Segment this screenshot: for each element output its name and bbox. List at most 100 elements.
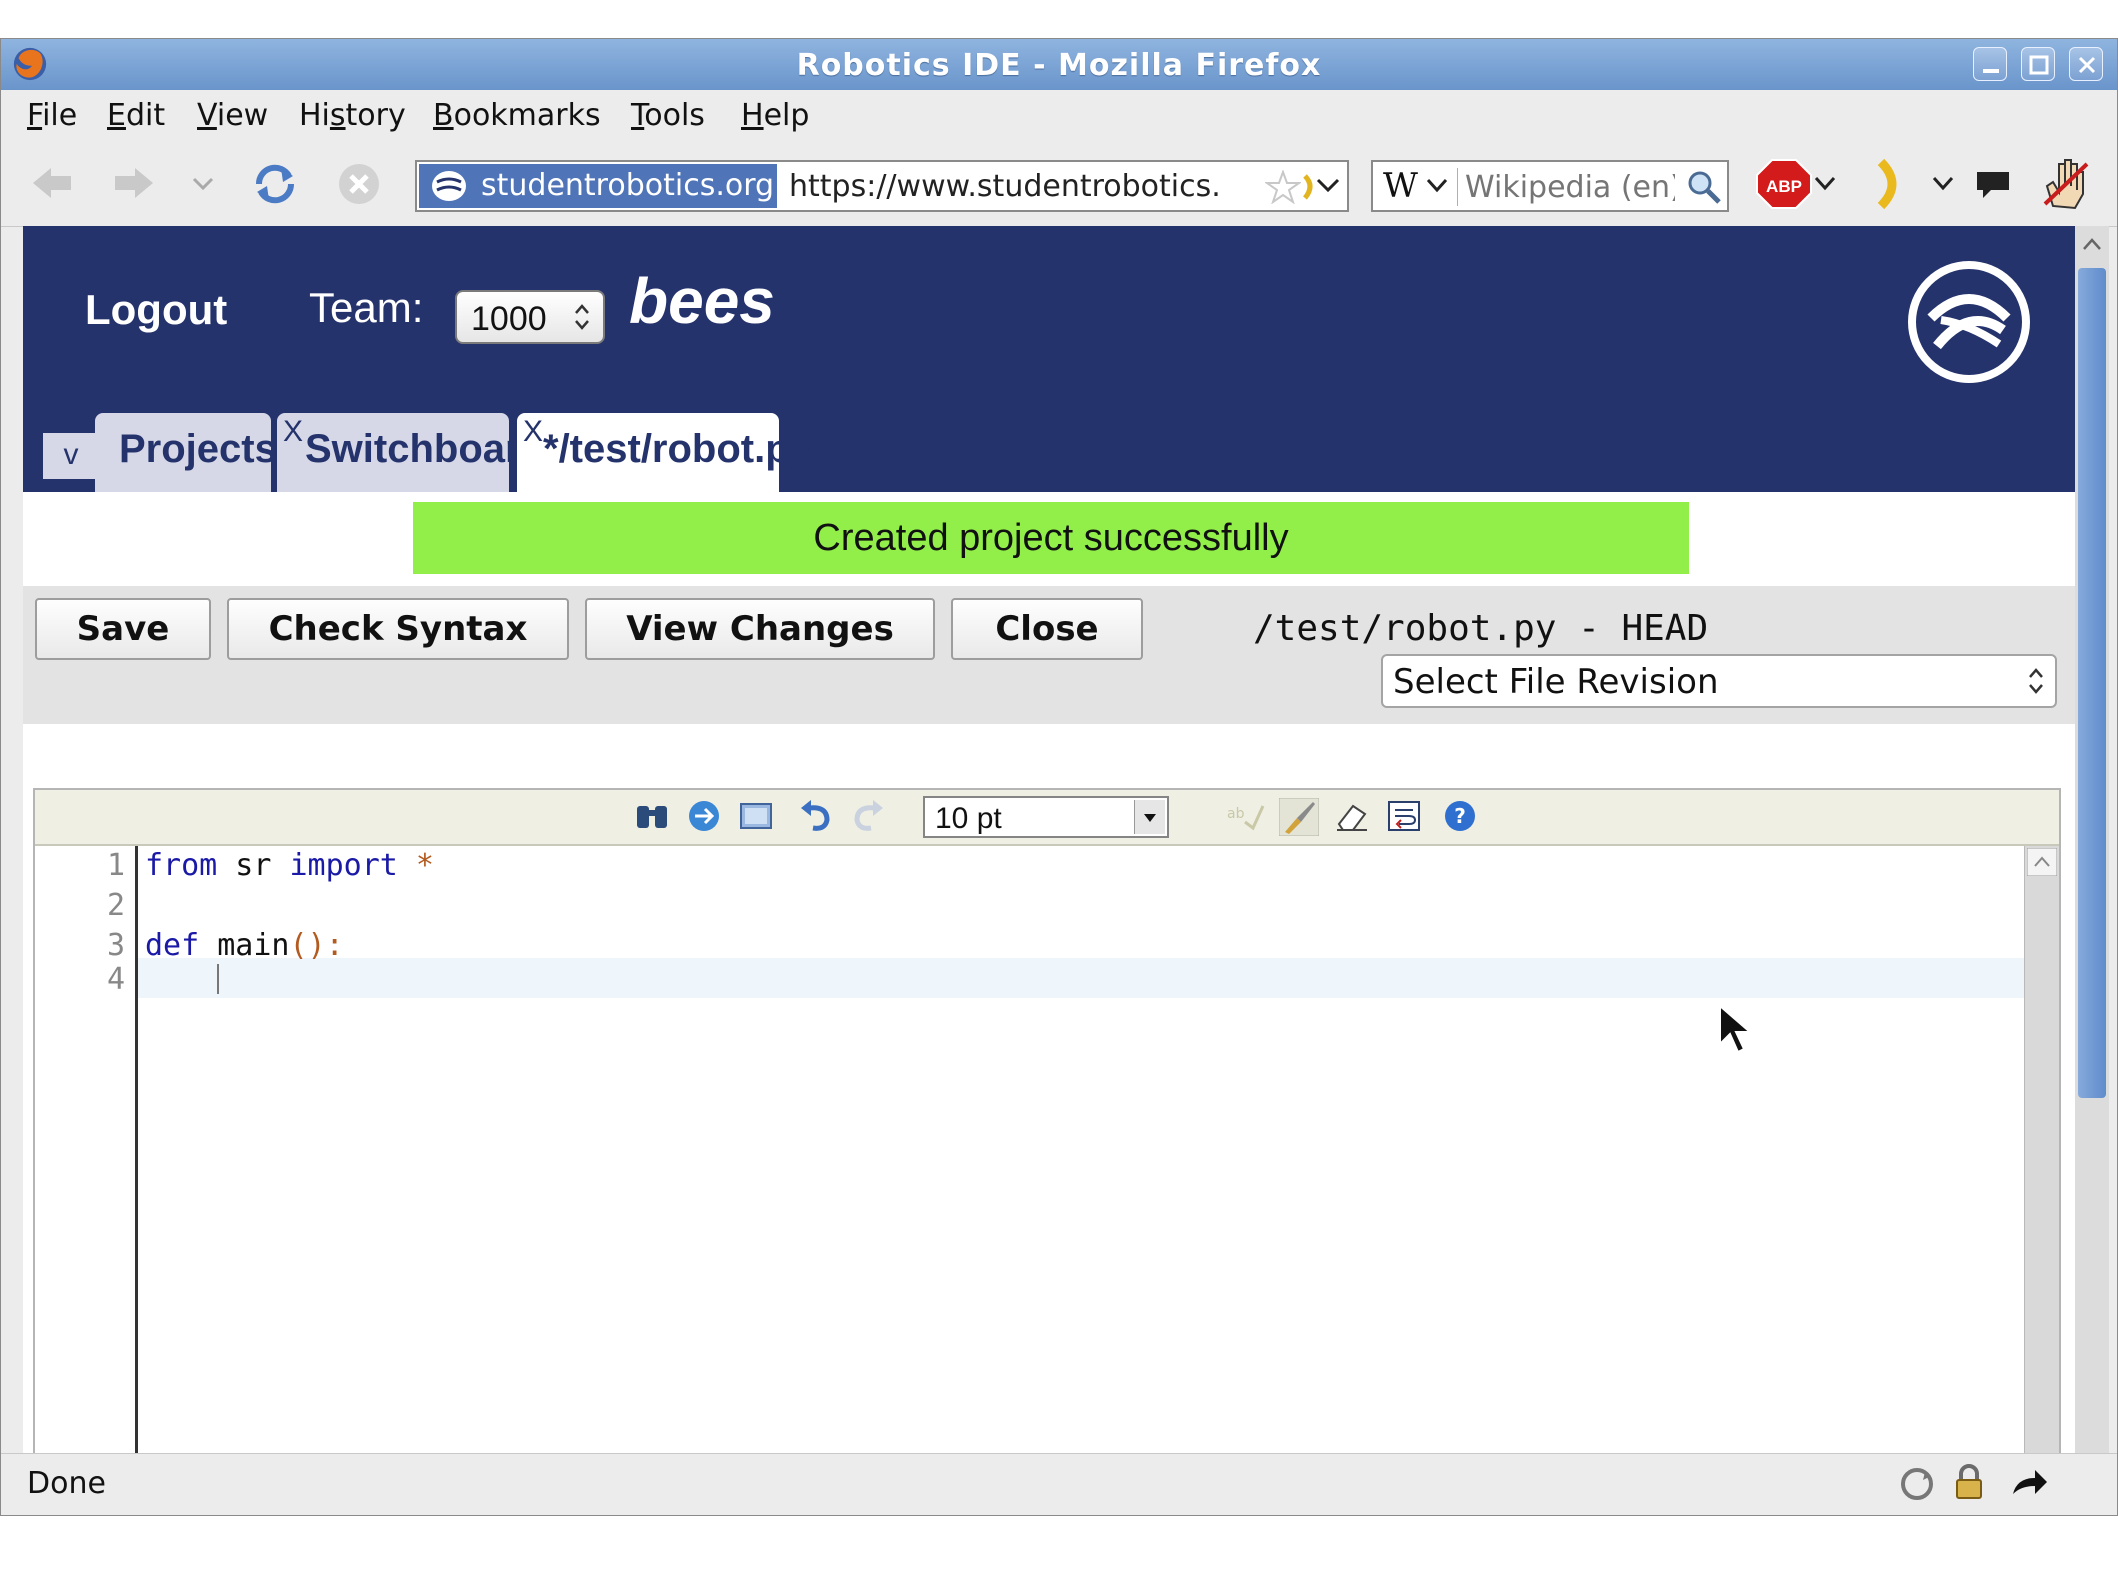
scroll-up-icon[interactable] <box>2077 230 2107 260</box>
status-bar: Done <box>1 1453 2117 1515</box>
chevron-right-icon[interactable] <box>1871 156 1911 212</box>
code-line-1: from sr import * <box>145 848 434 883</box>
menu-file[interactable]: File <box>27 98 77 133</box>
close-button[interactable]: Close <box>951 598 1143 660</box>
close-window-button[interactable] <box>2069 47 2103 81</box>
address-bar[interactable]: studentrobotics.org https://www.studentr… <box>415 160 1349 212</box>
sync-icon[interactable] <box>1899 1466 1935 1502</box>
stop-icon[interactable] <box>335 160 383 208</box>
maximize-icon <box>2029 55 2049 75</box>
status-text: Done <box>27 1466 106 1501</box>
history-dropdown-icon[interactable] <box>191 174 215 194</box>
code-operator: * <box>397 848 434 883</box>
team-select[interactable]: 1000 <box>455 290 605 344</box>
site-identity-button[interactable]: studentrobotics.org <box>419 164 777 208</box>
tab-switchboard[interactable]: X Switchboard <box>277 413 545 492</box>
tab-projects[interactable]: Projects <box>95 413 277 492</box>
search-engine-label[interactable]: W <box>1383 166 1418 206</box>
line-number: 2 <box>106 888 125 923</box>
save-button[interactable]: Save <box>35 598 211 660</box>
redo-icon[interactable] <box>849 798 887 834</box>
minimize-button[interactable] <box>1973 47 2007 81</box>
code-keyword: def <box>145 928 200 963</box>
code-line-3: def main(): <box>145 928 344 963</box>
svg-text:?: ? <box>1454 804 1466 828</box>
tab-switchboard-close[interactable]: X <box>283 415 303 449</box>
search-divider <box>1457 168 1458 206</box>
search-icon[interactable] <box>1685 168 1723 206</box>
browser-window: Robotics IDE - Mozilla Firefox File Edit… <box>0 38 2118 1516</box>
spellcheck-icon[interactable]: ab <box>1225 798 1265 834</box>
find-icon[interactable] <box>633 798 671 834</box>
menu-view[interactable]: View <box>197 98 268 133</box>
reload-icon[interactable] <box>251 160 299 208</box>
forward-icon[interactable] <box>111 160 157 206</box>
scrollbar-thumb[interactable] <box>2078 268 2106 1098</box>
menu-history[interactable]: History <box>299 98 406 133</box>
scroll-up-icon[interactable] <box>2027 848 2057 876</box>
minimize-icon <box>1983 69 1999 73</box>
url-dropdown-icon[interactable] <box>1313 174 1343 198</box>
site-identity-label: studentrobotics.org <box>481 168 775 203</box>
tab-list-toggle[interactable]: v <box>43 433 99 479</box>
navigation-toolbar: studentrobotics.org https://www.studentr… <box>1 140 2117 227</box>
lock-icon[interactable] <box>1951 1464 1987 1502</box>
search-engine-dropdown-icon[interactable] <box>1425 176 1449 196</box>
syntax-highlight-icon[interactable] <box>1279 798 1319 836</box>
menu-bookmarks[interactable]: Bookmarks <box>433 98 601 133</box>
page-scrollbar[interactable] <box>2075 226 2109 1492</box>
current-line-highlight <box>138 958 2028 998</box>
updown-arrows-icon <box>575 304 589 330</box>
title-bar: Robotics IDE - Mozilla Firefox <box>1 39 2117 90</box>
more-tools-dropdown-icon[interactable] <box>1931 174 1955 194</box>
word-wrap-icon[interactable] <box>1385 798 1423 834</box>
code-editor[interactable]: 10 pt ab ? 1 2 3 4 from sr import * def … <box>33 788 2061 1492</box>
triangle-down-icon <box>1144 814 1156 822</box>
logout-link[interactable]: Logout <box>85 286 227 334</box>
tab-file-robot-py[interactable]: X */test/robot.py <box>517 413 812 492</box>
tab-projects-label: Projects <box>119 427 277 471</box>
undo-icon[interactable] <box>797 798 835 834</box>
tab-file-label: */test/robot.py <box>543 427 812 471</box>
go-to-line-icon[interactable] <box>685 798 723 834</box>
search-input[interactable] <box>1465 168 1675 206</box>
editor-toolbar: 10 pt ab ? <box>35 790 2059 846</box>
team-label: Team: <box>309 284 424 331</box>
font-size-value: 10 pt <box>935 802 1002 835</box>
chat-bubble-icon[interactable] <box>1973 166 2013 202</box>
menu-tools[interactable]: Tools <box>631 98 705 133</box>
ide-header: Logout Team: 1000 bees v Projects X Swit… <box>23 226 2075 492</box>
adblock-icon[interactable]: ABP <box>1755 158 1813 210</box>
code-keyword: import <box>289 848 398 883</box>
back-icon[interactable] <box>29 160 75 206</box>
line-number-gutter: 1 2 3 4 <box>35 846 138 1492</box>
font-size-select[interactable]: 10 pt <box>923 796 1169 838</box>
page-content: Logout Team: 1000 bees v Projects X Swit… <box>23 226 2075 1492</box>
tab-file-close[interactable]: X <box>523 415 543 449</box>
tab-switchboard-label: Switchboard <box>305 427 546 471</box>
svg-text:ABP: ABP <box>1766 177 1802 196</box>
maximize-button[interactable] <box>2021 47 2055 81</box>
hand-icon[interactable] <box>2041 156 2091 212</box>
line-number: 3 <box>106 928 125 963</box>
status-message: Created project successfully <box>413 502 1689 574</box>
search-bar[interactable]: W <box>1371 160 1729 212</box>
menu-help[interactable]: Help <box>741 98 809 133</box>
site-logo-icon <box>432 171 466 201</box>
file-revision-select[interactable]: Select File Revision <box>1381 654 2057 708</box>
adblock-dropdown-icon[interactable] <box>1813 174 1837 194</box>
student-robotics-logo-icon <box>1908 261 2030 383</box>
team-name: bees <box>629 265 775 337</box>
check-syntax-button[interactable]: Check Syntax <box>227 598 569 660</box>
code-text: main <box>199 928 290 963</box>
url-text[interactable]: https://www.studentrobotics. <box>789 169 1259 204</box>
editor-scrollbar[interactable] <box>2024 846 2059 1492</box>
menu-edit[interactable]: Edit <box>107 98 165 133</box>
line-number: 1 <box>106 848 125 883</box>
view-changes-button[interactable]: View Changes <box>585 598 935 660</box>
arrow-right-icon[interactable] <box>2009 1468 2049 1500</box>
fullscreen-icon[interactable] <box>737 798 775 834</box>
help-icon[interactable]: ? <box>1441 798 1479 834</box>
eraser-icon[interactable] <box>1333 798 1371 834</box>
font-size-dropdown-button[interactable] <box>1134 800 1165 834</box>
